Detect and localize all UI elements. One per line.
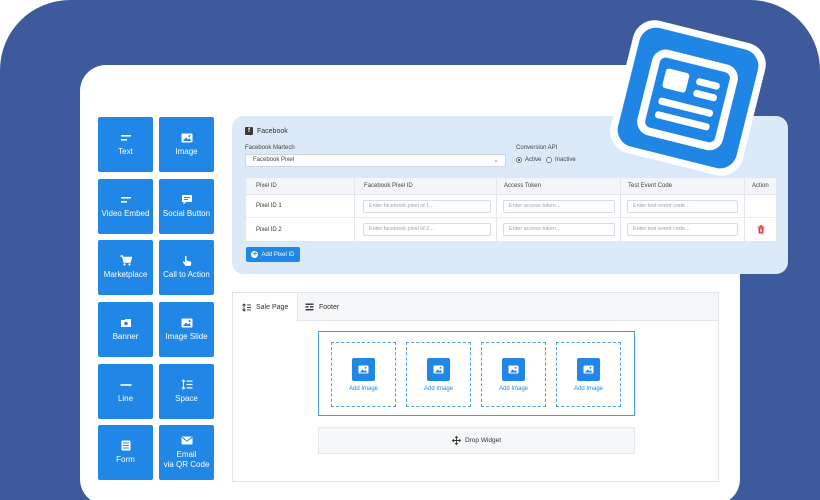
chevron-down-icon: ⌄ (493, 157, 499, 164)
widget-label: Marketplace (103, 270, 148, 279)
move-icon (451, 436, 461, 445)
widget-email-qr[interactable]: Email via QR Code (159, 425, 214, 480)
widget-video-embed[interactable]: Video Embed (98, 179, 153, 234)
radio-unchecked-icon (546, 157, 552, 163)
widget-label: Banner (112, 332, 139, 341)
facebook-pixel-id-input[interactable]: Enter facebook pixel id 2... (363, 223, 491, 236)
add-image-label: Add Image (423, 385, 454, 392)
image-icon (577, 357, 600, 381)
widget-banner[interactable]: Banner (98, 302, 153, 357)
widget-image[interactable]: Image (159, 117, 214, 172)
widget-label: Video Embed (101, 209, 150, 218)
widget-label: Text (118, 147, 133, 156)
drop-widget-area[interactable]: Drop Widget (318, 427, 635, 454)
banner-icon (120, 317, 132, 328)
image-icon (352, 357, 375, 381)
sort-icon (242, 303, 251, 312)
email-icon (181, 435, 193, 446)
radio-label: Inactive (555, 157, 576, 163)
martech-label: Facebook Martech (245, 145, 295, 151)
drop-widget-label: Drop Widget (464, 437, 502, 444)
radio-label: Active (525, 157, 542, 163)
image-icon (181, 317, 193, 328)
add-image-slot[interactable]: Add Image (556, 342, 621, 407)
access-token-input[interactable]: Enter access token... (503, 200, 615, 213)
conversion-inactive-radio[interactable]: Inactive (546, 157, 576, 163)
add-image-slot[interactable]: Add Image (406, 342, 471, 407)
widget-text[interactable]: Text (98, 117, 153, 172)
widget-image-slide[interactable]: Image Slide (159, 302, 214, 357)
layout-icon (305, 303, 314, 311)
martech-select-value: Facebook Pixel (253, 157, 295, 163)
tab-label: Sale Page (256, 304, 289, 311)
table-row: Pixel ID 2 Enter facebook pixel id 2... … (246, 218, 776, 241)
widget-label: Image (175, 147, 198, 156)
facebook-icon: f (245, 127, 253, 135)
builder-tabs: Sale Page Footer (233, 293, 718, 322)
martech-select[interactable]: Facebook Pixel ⌄ (245, 154, 506, 167)
widget-line[interactable]: Line (98, 364, 153, 419)
space-icon (181, 379, 193, 390)
widget-call-to-action[interactable]: Call to Action (159, 240, 214, 295)
image-icon (181, 132, 193, 143)
widget-label: Image Slide (165, 332, 208, 341)
image-row-section[interactable]: Add Image Add Image Add Image Add Image (318, 331, 635, 416)
video-icon (120, 194, 132, 205)
image-icon (427, 357, 450, 381)
widget-form[interactable]: Form (98, 425, 153, 480)
widget-label: Email via QR Code (163, 450, 210, 469)
text-icon (120, 132, 132, 143)
page-builder: Sale Page Footer Add Image Add Image Add… (232, 292, 719, 482)
facebook-pixel-id-input[interactable]: Enter facebook pixel id 1... (363, 200, 491, 213)
add-image-label: Add Image (498, 385, 529, 392)
delete-row-button[interactable] (757, 225, 765, 236)
column-header: Facebook Pixel ID (364, 183, 413, 189)
widget-label: Call to Action (163, 270, 210, 279)
add-pixel-id-button[interactable]: + Add Pixel ID (246, 247, 300, 262)
widget-space[interactable]: Space (159, 364, 214, 419)
widget-label: Social Button (162, 209, 211, 218)
facebook-title: Facebook (257, 127, 288, 135)
widget-label: Line (117, 394, 134, 403)
tab-sale-page[interactable]: Sale Page (233, 293, 299, 322)
test-event-code-input[interactable]: Enter test event code... (627, 200, 738, 213)
widget-marketplace[interactable]: Marketplace (98, 240, 153, 295)
chat-icon (181, 194, 193, 205)
cart-icon (120, 255, 132, 266)
image-icon (502, 357, 525, 381)
add-image-label: Add Image (348, 385, 379, 392)
column-header: Access Token (504, 183, 541, 189)
pointer-icon (181, 255, 193, 266)
add-image-slot[interactable]: Add Image (481, 342, 546, 407)
add-pixel-label: Add Pixel ID (261, 251, 295, 258)
column-header: Pixel ID (256, 183, 277, 189)
newspaper-app-badge-icon (610, 20, 766, 176)
pixel-id-label: Pixel ID 1 (256, 203, 282, 209)
pixel-id-label: Pixel ID 2 (256, 226, 282, 233)
trash-icon (757, 225, 765, 234)
table-row: Pixel ID 1 Enter facebook pixel id 1... … (246, 195, 776, 218)
conversion-active-radio[interactable]: Active (516, 157, 541, 163)
radio-checked-icon (516, 157, 522, 163)
form-icon (120, 440, 132, 451)
tab-footer[interactable]: Footer (296, 293, 348, 321)
conversion-api-label: Conversion API (516, 145, 558, 151)
facebook-header: f Facebook (245, 127, 288, 135)
widget-label: Form (116, 455, 135, 464)
tab-label: Footer (319, 303, 340, 311)
line-icon (120, 379, 132, 390)
add-image-slot[interactable]: Add Image (331, 342, 396, 407)
access-token-input[interactable]: Enter access token... (503, 223, 615, 236)
add-image-label: Add Image (573, 385, 604, 392)
widget-label: Space (175, 394, 198, 403)
widget-social-button[interactable]: Social Button (159, 179, 214, 234)
plus-circle-icon: + (251, 251, 259, 258)
test-event-code-input[interactable]: Enter test event code... (627, 223, 738, 236)
